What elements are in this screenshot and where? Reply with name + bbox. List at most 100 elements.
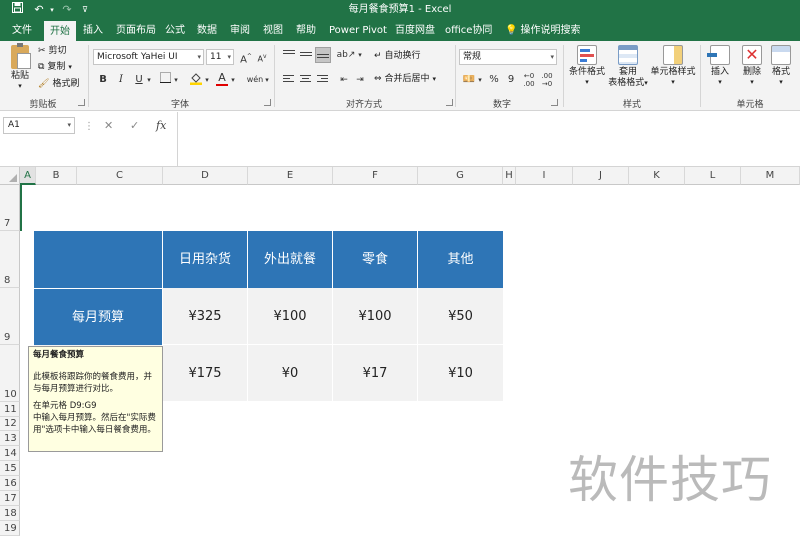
row-header-15[interactable]: 15 bbox=[0, 461, 20, 476]
font-size-select[interactable]: 11 ▾ bbox=[206, 49, 234, 65]
actual-groceries-cell[interactable]: ¥175 bbox=[163, 345, 248, 402]
row-header-13[interactable]: 13 bbox=[0, 431, 20, 446]
row-header-9[interactable]: 9 bbox=[0, 288, 20, 345]
orientation-button[interactable]: ab↗ bbox=[336, 47, 356, 63]
row-header-7[interactable]: 7 bbox=[0, 185, 20, 231]
tab-baidu-netdisk[interactable]: 百度网盘 bbox=[395, 20, 435, 41]
delete-cells-button[interactable]: ✕ 删除 ▾ bbox=[737, 45, 767, 86]
column-header-h[interactable]: H bbox=[503, 167, 516, 185]
row-header-17[interactable]: 17 bbox=[0, 491, 20, 506]
font-launcher-icon[interactable] bbox=[264, 99, 271, 106]
underline-dropdown-icon[interactable]: ▾ bbox=[145, 72, 153, 88]
budget-other-cell[interactable]: ¥50 bbox=[418, 288, 503, 345]
name-box[interactable]: A1 ▾ bbox=[3, 117, 75, 134]
column-header-k[interactable]: K bbox=[629, 167, 685, 185]
tab-insert[interactable]: 插入 bbox=[83, 20, 103, 41]
phonetic-dropdown-icon[interactable]: ▾ bbox=[263, 72, 271, 88]
column-header-c[interactable]: C bbox=[77, 167, 163, 185]
wrap-text-button[interactable]: ↵ 自动换行 bbox=[374, 50, 421, 62]
accounting-format-button[interactable]: 💴 bbox=[461, 72, 477, 88]
increase-indent-button[interactable]: ⇥ bbox=[352, 72, 368, 88]
fill-color-button[interactable] bbox=[188, 72, 204, 88]
tab-page-layout[interactable]: 页面布局 bbox=[116, 20, 156, 41]
tab-view[interactable]: 视图 bbox=[263, 20, 283, 41]
budget-snacks-cell[interactable]: ¥100 bbox=[333, 288, 418, 345]
copy-dropdown-icon[interactable]: ▾ bbox=[68, 63, 72, 71]
orientation-dropdown-icon[interactable]: ▾ bbox=[356, 47, 364, 63]
column-header-d[interactable]: D bbox=[163, 167, 248, 185]
font-name-select[interactable]: Microsoft YaHei UI ▾ bbox=[93, 49, 204, 65]
align-right-button[interactable] bbox=[315, 72, 331, 88]
merge-dropdown-icon[interactable]: ▾ bbox=[432, 75, 436, 83]
font-color-dropdown-icon[interactable]: ▾ bbox=[229, 72, 237, 88]
column-header-a[interactable]: A bbox=[20, 167, 36, 185]
tab-data[interactable]: 数据 bbox=[197, 20, 217, 41]
table-header-corner[interactable] bbox=[34, 231, 163, 288]
number-format-select[interactable]: 常规 ▾ bbox=[459, 49, 557, 65]
shrink-font-button[interactable]: Av bbox=[254, 49, 270, 65]
column-header-m[interactable]: M bbox=[741, 167, 800, 185]
borders-dropdown-icon[interactable]: ▾ bbox=[172, 72, 180, 88]
actual-dining-out-cell[interactable]: ¥0 bbox=[248, 345, 333, 402]
decrease-indent-button[interactable]: ⇤ bbox=[336, 72, 352, 88]
splitter-dots-icon[interactable]: ⋮ bbox=[84, 121, 94, 132]
align-left-button[interactable] bbox=[281, 72, 297, 88]
formula-input[interactable] bbox=[177, 112, 800, 167]
actual-snacks-cell[interactable]: ¥17 bbox=[333, 345, 418, 402]
column-header-f[interactable]: F bbox=[333, 167, 418, 185]
align-center-button[interactable] bbox=[298, 72, 314, 88]
percent-style-button[interactable]: % bbox=[486, 72, 502, 88]
column-header-i[interactable]: I bbox=[516, 167, 573, 185]
row-header-19[interactable]: 19 bbox=[0, 521, 20, 536]
grow-font-button[interactable]: A^ bbox=[238, 49, 254, 65]
format-cells-button[interactable]: 格式 ▾ bbox=[767, 45, 795, 86]
enter-icon[interactable]: ✓ bbox=[130, 117, 139, 134]
tab-office-collab[interactable]: office协同 bbox=[445, 20, 492, 41]
tab-file[interactable]: 文件 bbox=[12, 20, 32, 41]
decrease-decimal-button[interactable]: .00 →0 bbox=[539, 72, 555, 88]
column-header-g[interactable]: G bbox=[418, 167, 503, 185]
budget-row-label[interactable]: 每月预算 bbox=[34, 288, 163, 345]
conditional-format-button[interactable]: 条件格式 ▾ bbox=[567, 45, 607, 86]
table-header-other[interactable]: 其他 bbox=[418, 231, 503, 288]
cell-styles-button[interactable]: 单元格样式 ▾ bbox=[650, 45, 696, 86]
budget-groceries-cell[interactable]: ¥325 bbox=[163, 288, 248, 345]
column-header-j[interactable]: J bbox=[573, 167, 629, 185]
tell-me-search[interactable]: 💡 操作说明搜索 bbox=[505, 20, 580, 41]
number-launcher-icon[interactable] bbox=[551, 99, 558, 106]
format-painter-button[interactable]: 🖌 格式刷 bbox=[38, 78, 79, 90]
table-header-groceries[interactable]: 日用杂货 bbox=[163, 231, 248, 288]
actual-other-cell[interactable]: ¥10 bbox=[418, 345, 503, 402]
increase-decimal-button[interactable]: ←0.00 bbox=[521, 72, 537, 88]
alignment-launcher-icon[interactable] bbox=[446, 99, 453, 106]
bold-button[interactable]: B bbox=[95, 72, 111, 88]
select-all-corner[interactable] bbox=[0, 167, 20, 185]
align-middle-button[interactable] bbox=[298, 47, 314, 63]
insert-cells-button[interactable]: 插入 ▾ bbox=[705, 45, 735, 86]
row-header-12[interactable]: 12 bbox=[0, 417, 20, 431]
accounting-dropdown-icon[interactable]: ▾ bbox=[476, 72, 484, 88]
paste-dropdown-icon[interactable]: ▾ bbox=[6, 82, 34, 90]
tab-power-pivot[interactable]: Power Pivot bbox=[329, 20, 387, 41]
row-header-11[interactable]: 11 bbox=[0, 402, 20, 417]
format-as-table-button[interactable]: 套用 表格格式▾ bbox=[607, 45, 649, 89]
tab-help[interactable]: 帮助 bbox=[296, 20, 316, 41]
paste-button[interactable]: 粘贴 ▾ bbox=[6, 43, 34, 90]
cancel-icon[interactable]: ✕ bbox=[104, 117, 113, 134]
italic-button[interactable]: I bbox=[113, 72, 129, 88]
row-header-18[interactable]: 18 bbox=[0, 506, 20, 521]
cut-button[interactable]: ✂ 剪切 bbox=[38, 45, 67, 57]
row-header-10[interactable]: 10 bbox=[0, 345, 20, 402]
table-header-dining-out[interactable]: 外出就餐 bbox=[248, 231, 333, 288]
merge-center-button[interactable]: ⇔ 合并后居中 ▾ bbox=[374, 73, 436, 85]
comma-style-button[interactable]: 9 bbox=[503, 72, 519, 88]
fill-color-dropdown-icon[interactable]: ▾ bbox=[203, 72, 211, 88]
column-header-b[interactable]: B bbox=[36, 167, 77, 185]
align-bottom-button[interactable] bbox=[315, 47, 331, 63]
column-header-l[interactable]: L bbox=[685, 167, 741, 185]
borders-button[interactable] bbox=[157, 72, 173, 88]
tab-formulas[interactable]: 公式 bbox=[165, 20, 185, 41]
copy-button[interactable]: ⧉ 复制 ▾ bbox=[38, 61, 72, 73]
budget-dining-out-cell[interactable]: ¥100 bbox=[248, 288, 333, 345]
row-header-16[interactable]: 16 bbox=[0, 476, 20, 491]
